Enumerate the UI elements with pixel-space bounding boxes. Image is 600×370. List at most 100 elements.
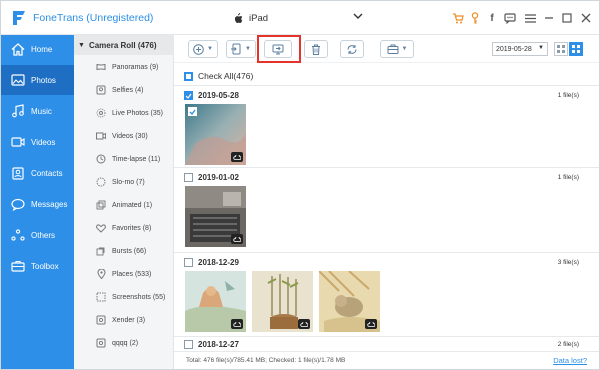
group-header[interactable]: 2018-12-29 — [184, 258, 239, 267]
album-item-selfies[interactable]: Selfies (4) — [74, 81, 174, 99]
export-to-device-button[interactable]: ▼ — [226, 40, 256, 58]
bursts-icon — [96, 246, 106, 256]
sidebar-item-contacts[interactable]: Contacts — [1, 159, 74, 187]
list-view-icon — [557, 45, 565, 53]
close-icon[interactable] — [579, 11, 593, 25]
photo-thumbnail[interactable] — [252, 271, 313, 332]
device-export-icon — [231, 43, 241, 55]
album-item-label: Panoramas (9) — [112, 63, 159, 71]
list-view-button[interactable] — [554, 42, 568, 56]
cart-icon[interactable] — [451, 11, 465, 25]
key-icon[interactable] — [468, 11, 482, 25]
live-photo-icon — [96, 108, 106, 118]
heart-icon — [96, 223, 106, 233]
group-header[interactable]: 2018-12-27 — [184, 340, 239, 349]
sidebar-item-messages[interactable]: Messages — [1, 190, 74, 218]
album-item-label: qqqq (2) — [112, 339, 139, 347]
sidebar-item-photos[interactable]: Photos — [1, 65, 74, 95]
album-item-xender[interactable]: Xender (3) — [74, 311, 174, 329]
album-item-screenshots[interactable]: Screenshots (55) — [74, 288, 174, 306]
album-item-videos[interactable]: Videos (30) — [74, 127, 174, 145]
album-item-time-lapse[interactable]: Time-lapse (11) — [74, 150, 174, 168]
photo-thumbnail[interactable] — [185, 186, 246, 247]
date-group: 2018-12-29 3 file(s) — [174, 252, 599, 335]
date-group: 2019-01-02 1 file(s) — [174, 167, 599, 251]
album-item-label: Live Photos (35) — [112, 109, 163, 117]
check-all-checkbox[interactable] — [184, 71, 193, 81]
chevron-down-icon: ▼ — [401, 46, 408, 52]
delete-button[interactable] — [304, 40, 328, 58]
minimize-icon[interactable] — [542, 11, 556, 25]
maximize-icon[interactable] — [560, 11, 574, 25]
album-item-favorites[interactable]: Favorites (8) — [74, 219, 174, 237]
group-date: 2018-12-29 — [198, 258, 239, 267]
check-all[interactable]: Check All(476) — [184, 71, 253, 81]
sidebar-item-label: Others — [31, 230, 56, 240]
refresh-icon — [347, 44, 357, 54]
group-checkbox[interactable] — [184, 340, 193, 349]
group-checkbox[interactable] — [184, 173, 193, 182]
device-name: iPad — [249, 12, 269, 24]
videos-icon — [11, 137, 25, 147]
album-item-live-photos[interactable]: Live Photos (35) — [74, 104, 174, 122]
group-date: 2018-12-27 — [198, 340, 239, 349]
chevron-down-icon: ▼ — [245, 46, 251, 52]
group-checkbox[interactable] — [184, 91, 193, 100]
chevron-down-icon: ▼ — [207, 46, 213, 52]
sidebar-item-videos[interactable]: Videos — [1, 128, 74, 156]
sidebar-item-toolbox[interactable]: Toolbox — [1, 252, 74, 280]
album-item-qqqq[interactable]: qqqq (2) — [74, 334, 174, 352]
album-item-label: Places (533) — [112, 270, 152, 278]
sidebar-item-others[interactable]: Others — [1, 221, 74, 249]
album-item-label: Slo-mo (7) — [112, 178, 145, 186]
sidebar-item-music[interactable]: Music — [1, 97, 74, 125]
sidebar-item-home[interactable]: Home — [1, 35, 74, 63]
photo-thumbnail[interactable] — [185, 271, 246, 332]
toolbar: ▼ ▼ ▼ 2019-05-28 ▼ — [174, 35, 599, 63]
thumbnail-checkbox[interactable] — [188, 107, 197, 116]
home-icon — [11, 42, 25, 56]
add-button[interactable]: ▼ — [188, 40, 218, 58]
date-select[interactable]: 2019-05-28 ▼ — [492, 42, 548, 56]
device-selector[interactable]: iPad — [233, 10, 363, 26]
album-item-panoramas[interactable]: Panoramas (9) — [74, 58, 174, 76]
cloud-icon — [298, 319, 310, 329]
album-item-label: Favorites (8) — [112, 224, 152, 232]
refresh-button[interactable] — [340, 40, 364, 58]
screenshot-icon — [96, 292, 106, 302]
album-header-camera-roll[interactable]: ▼ Camera Roll (476) — [74, 35, 174, 55]
grid-view-button[interactable] — [569, 42, 583, 56]
group-header[interactable]: 2019-05-28 — [184, 91, 239, 100]
facebook-icon[interactable]: f — [485, 11, 499, 25]
photo-thumbnail[interactable] — [185, 104, 246, 165]
export-to-pc-highlight — [257, 35, 301, 63]
toolbox-button[interactable]: ▼ — [380, 40, 414, 58]
data-lost-link[interactable]: Data lost? — [553, 356, 587, 365]
album-item-places[interactable]: Places (533) — [74, 265, 174, 283]
album-item-bursts[interactable]: Bursts (66) — [74, 242, 174, 260]
cloud-icon — [231, 152, 243, 162]
trash-icon — [312, 44, 320, 55]
music-icon — [12, 104, 24, 118]
photo-thumbnail[interactable] — [319, 271, 380, 332]
sidebar-item-label: Videos — [31, 137, 56, 147]
date-group: 2019-05-28 1 file(s) — [174, 85, 599, 166]
group-checkbox[interactable] — [184, 258, 193, 267]
album-item-slo-mo[interactable]: Slo-mo (7) — [74, 173, 174, 191]
folder-icon — [96, 315, 106, 325]
menu-icon[interactable] — [523, 11, 537, 25]
album-item-label: Screenshots (55) — [112, 293, 166, 301]
messages-icon — [11, 198, 25, 211]
album-item-label: Animated (1) — [112, 201, 153, 209]
sidebar-item-label: Contacts — [31, 168, 63, 178]
album-list: ▼ Camera Roll (476) Panoramas (9) Selfie… — [74, 35, 174, 369]
plus-icon — [193, 43, 204, 55]
album-item-label: Bursts (66) — [112, 247, 147, 255]
feedback-icon[interactable] — [503, 11, 517, 25]
album-item-animated[interactable]: Animated (1) — [74, 196, 174, 214]
group-header[interactable]: 2019-01-02 — [184, 173, 239, 182]
status-text: Total: 476 file(s)/785.41 MB; Checked: 1… — [186, 357, 346, 364]
expand-triangle-icon: ▼ — [78, 41, 85, 49]
album-header-label: Camera Roll (476) — [88, 40, 157, 50]
album-item-label: Xender (3) — [112, 316, 146, 324]
